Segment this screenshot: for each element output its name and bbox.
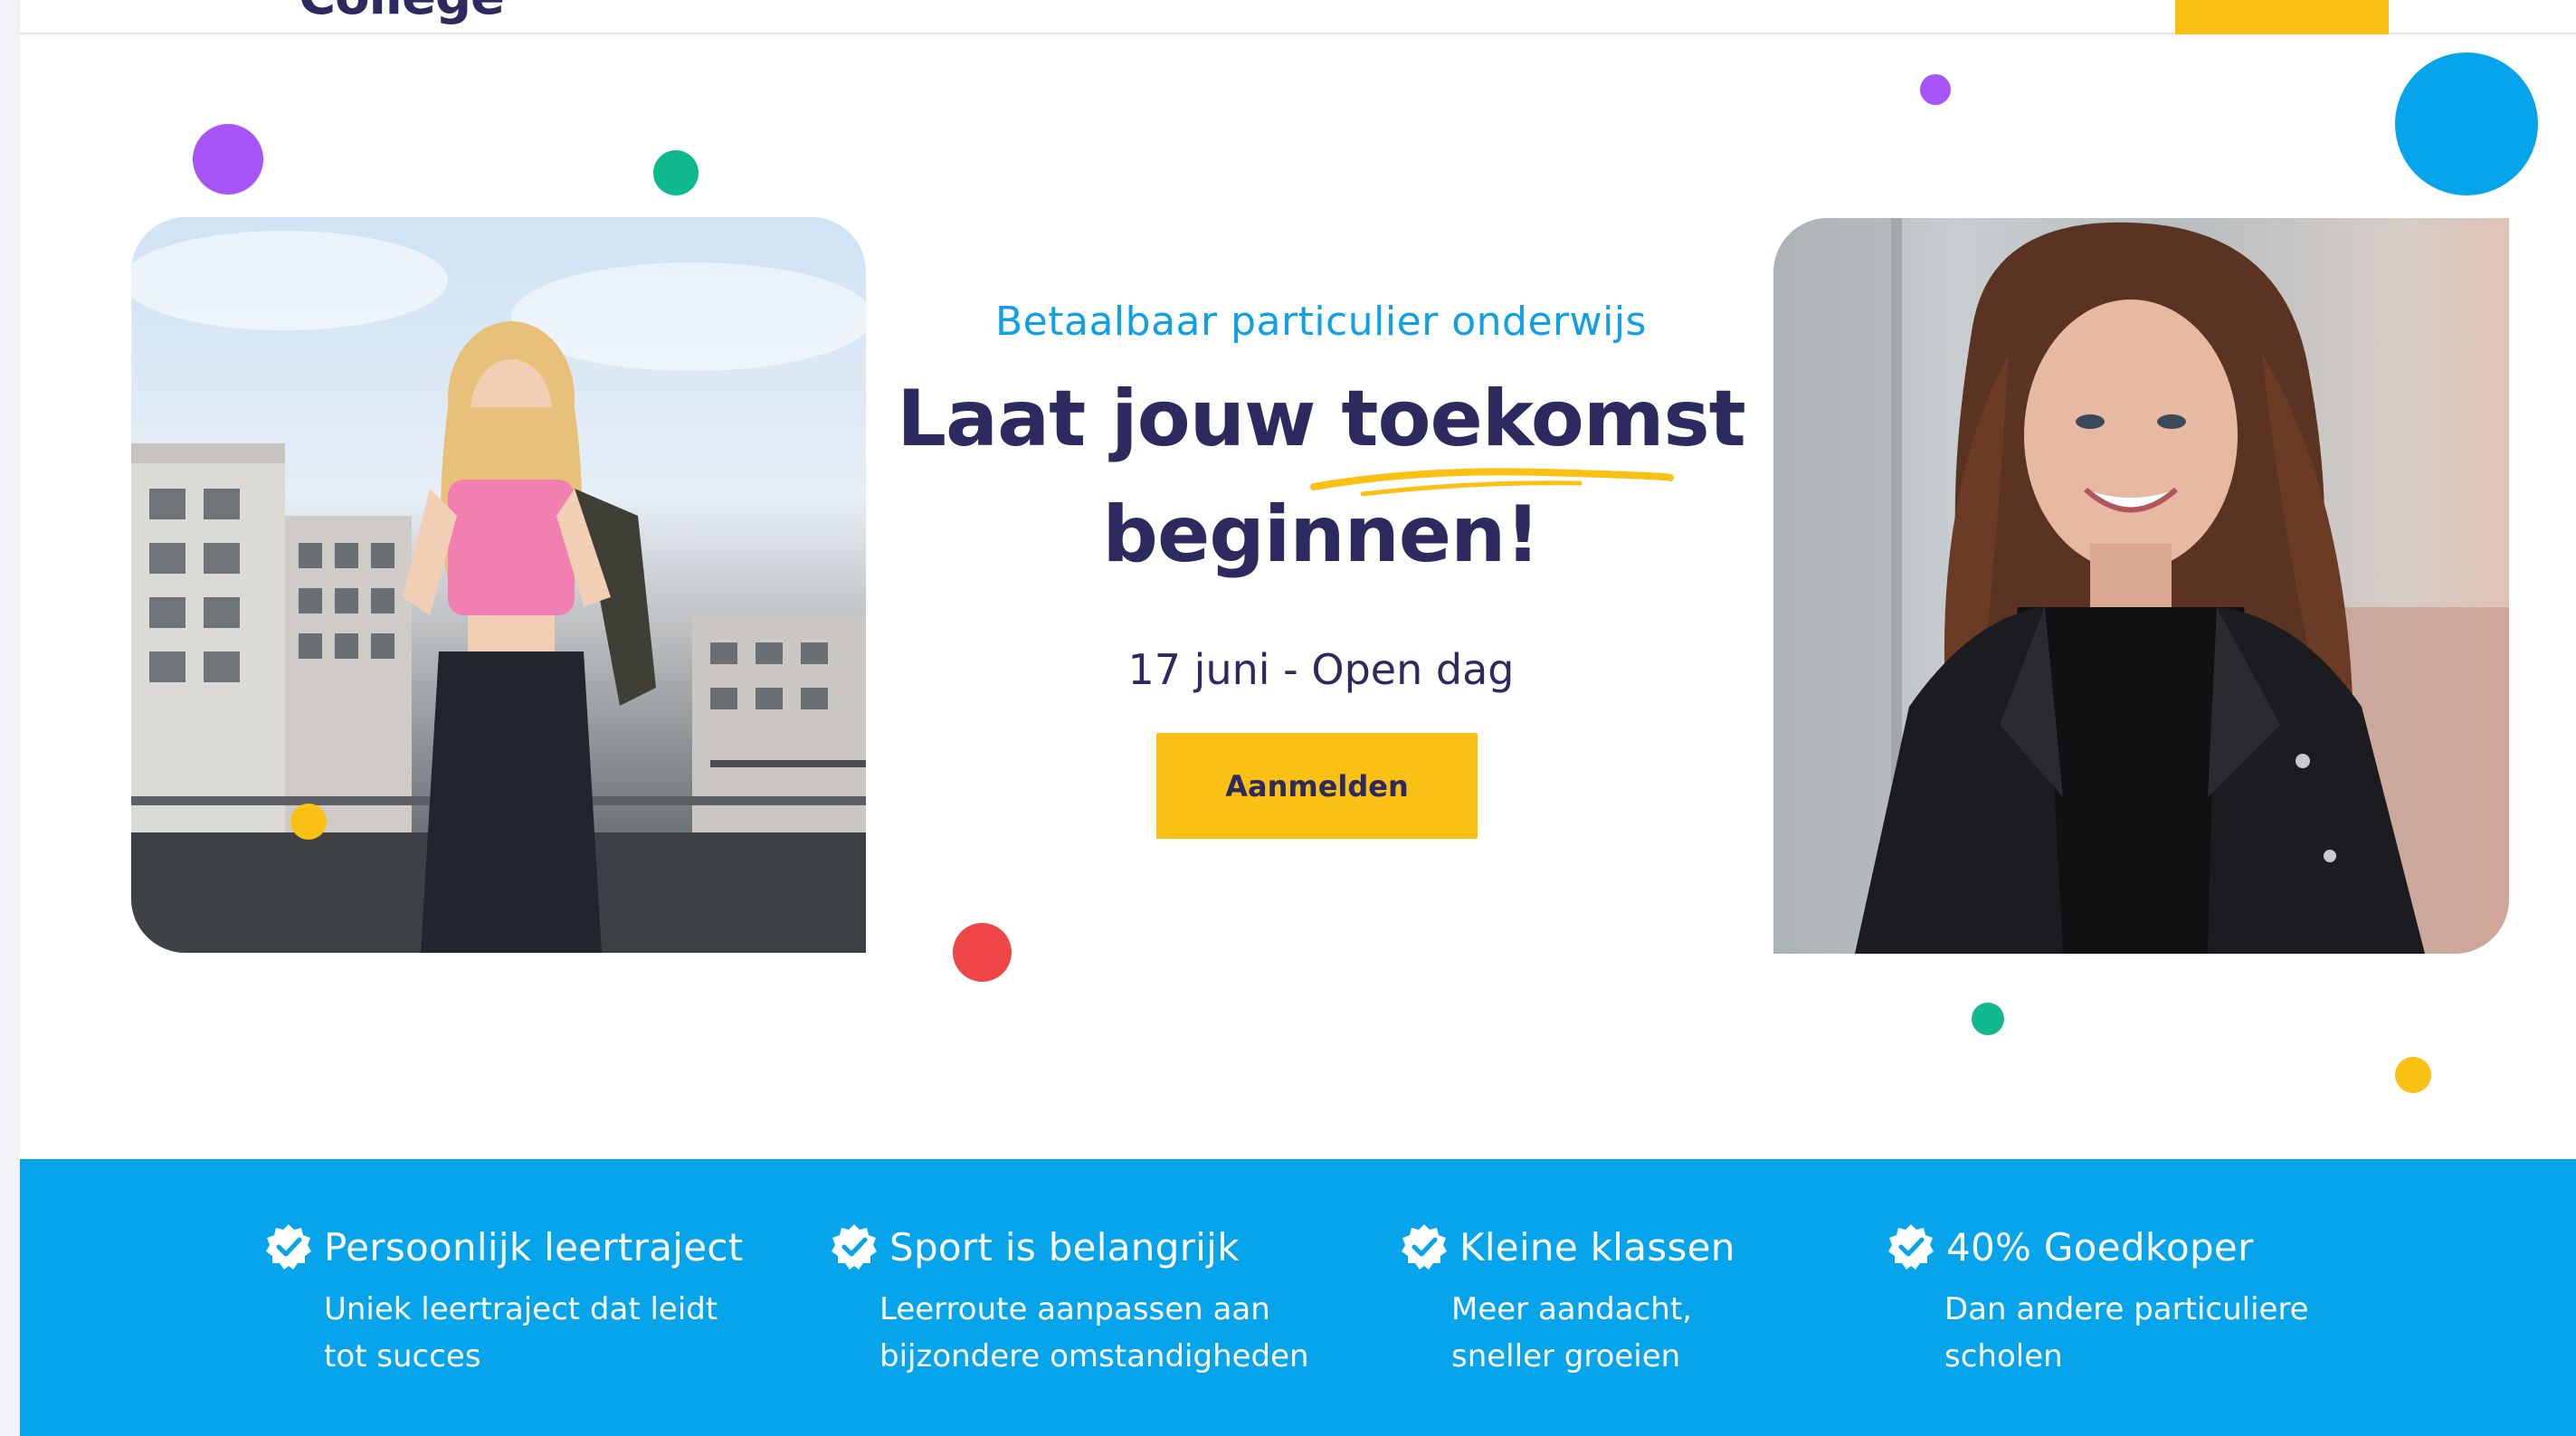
verified-badge-icon [1888,1224,1934,1270]
open-day-date: 17 juni - Open dag [1127,645,1515,694]
hero-title-underline-decoration [1310,468,1674,497]
feature-description: Meer aandacht, sneller groeien [1451,1286,1735,1380]
feature-desc-line: scholen [1944,1338,2063,1374]
feature-title: Kleine klassen [1459,1224,1735,1270]
decorative-dot-blue-large [2395,52,2538,195]
verified-badge-icon [266,1224,311,1270]
feature-desc-line: tot succes [324,1338,481,1374]
feature-item-personal-learning: Persoonlijk leertraject Uniek leertrajec… [264,1222,744,1380]
nav-cta-button[interactable] [2175,0,2389,34]
feature-title: 40% Goedkoper [1946,1224,2254,1270]
feature-desc-line: Uniek leertraject dat leidt [324,1291,718,1327]
feature-description: Uniek leertraject dat leidt tot succes [324,1286,744,1380]
feature-title: Persoonlijk leertraject [324,1224,744,1270]
feature-desc-line: Leerroute aanpassen aan [879,1291,1270,1327]
feature-desc-line: bijzondere omstandigheden [879,1338,1309,1374]
verified-badge-icon [832,1224,877,1270]
decorative-dot-red [953,923,1012,982]
feature-desc-line: Dan andere particuliere [1944,1291,2309,1327]
feature-item-sport: Sport is belangrijk Leerroute aanpassen … [830,1222,1309,1380]
feature-description: Leerroute aanpassen aan bijzondere omsta… [879,1286,1309,1380]
feature-item-cheaper: 40% Goedkoper Dan andere particuliere sc… [1887,1222,2309,1380]
feature-description: Dan andere particuliere scholen [1944,1286,2309,1380]
feature-title: Sport is belangrijk [889,1224,1240,1270]
register-button[interactable]: Aanmelden [1156,733,1478,839]
feature-item-small-classes: Kleine klassen Meer aandacht, sneller gr… [1400,1222,1735,1380]
hero-eyebrow: Betaalbaar particulier onderwijs [995,299,1647,345]
hero-photo-left [131,217,866,953]
decorative-dot-purple-small [1920,74,1951,105]
feature-desc-line: Meer aandacht, [1451,1291,1692,1327]
feature-desc-line: sneller groeien [1451,1338,1681,1374]
decorative-dot-green-small [1972,1003,2004,1035]
student-photo-right-illustration [1773,218,2509,954]
decorative-dot-yellow-small [290,804,327,840]
verified-badge-icon [1402,1224,1447,1270]
hero-photo-right [1773,218,2509,954]
site-logo[interactable]: College [299,0,505,26]
left-scroll-gutter [0,0,20,1436]
decorative-dot-green [653,150,699,195]
features-band: Persoonlijk leertraject Uniek leertrajec… [20,1159,2576,1436]
decorative-dot-yellow [2395,1057,2431,1093]
hero-content: Betaalbaar particulier onderwijs Laat jo… [869,299,1773,839]
top-navigation-bar: College [20,0,2576,34]
student-photo-left-illustration [131,231,866,953]
decorative-dot-purple [193,124,263,195]
page: College [0,0,2576,1436]
